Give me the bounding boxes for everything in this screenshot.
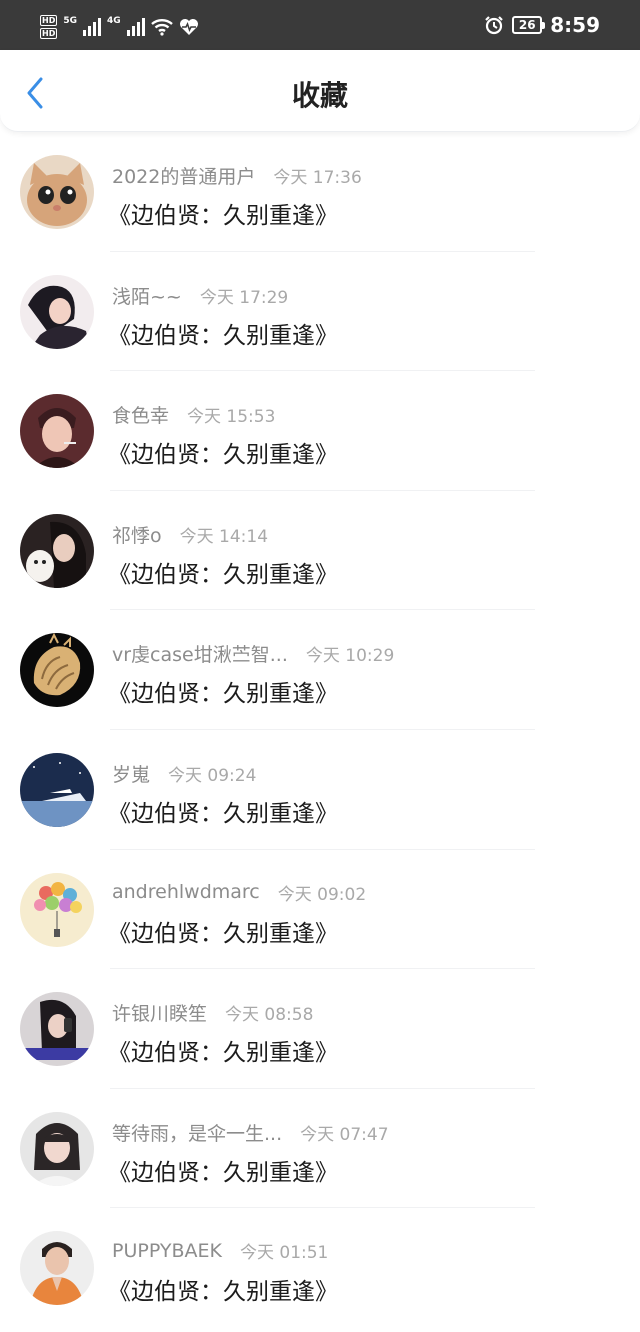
cat-avatar[interactable] [20,155,94,229]
girl-portrait-avatar[interactable] [20,1111,94,1186]
item-meta: 许银川睽笙 今天 08:58 [112,999,313,1026]
hd-indicator: HD HD [40,15,58,39]
girl-with-dog-avatar[interactable] [20,513,94,588]
item-meta: PUPPYBAEK 今天 01:51 [112,1238,329,1264]
network-5g-label: 5G [63,16,77,26]
favorite-title: 《边伯贤：久别重逢》 [108,920,338,947]
list-item[interactable]: andrehlwdmarc 今天 09:02 《边伯贤：久别重逢》 [0,850,640,970]
wifi-icon [150,19,173,36]
user-name: 祁悸o [112,524,162,547]
item-meta: 2022的普通用户 今天 17:36 [112,162,362,189]
timestamp: 今天 17:29 [199,287,289,308]
status-bar: HD HD 5G 4G 26 8:59 [0,0,640,50]
status-left: HD HD 5G 4G [40,14,199,40]
timestamp: 今天 10:29 [305,646,395,667]
favorite-title: 《边伯贤：久别重逢》 [108,203,338,229]
favorite-title: 《边伯贤：久别重逢》 [108,561,338,588]
item-meta: 祁悸o 今天 14:14 [112,521,268,548]
girl-avatar[interactable] [20,274,94,349]
item-meta: andrehlwdmarc 今天 09:02 [112,880,366,905]
girl-phone-avatar[interactable] [20,992,94,1067]
list-item[interactable]: 祁悸o 今天 14:14 《边伯贤：久别重逢》 [0,491,640,611]
man-smoking-avatar[interactable] [20,394,94,469]
hd-icon: HD [40,28,58,39]
hd-icon: HD [40,15,58,26]
item-meta: 岁嵬 今天 09:24 [112,760,256,787]
favorite-title: 《边伯贤：久别重逢》 [108,1159,338,1186]
status-right: 26 8:59 [484,12,600,38]
timestamp: 今天 08:58 [225,1005,314,1026]
timestamp: 今天 15:53 [187,407,276,428]
user-name: 2022的普通用户 [112,166,256,188]
timestamp: 今天 01:51 [239,1243,329,1264]
battery-icon: 26 [512,16,546,34]
signal-icon [83,18,101,36]
timestamp: 今天 14:14 [179,526,269,547]
signal-icon [126,18,145,36]
list-item[interactable]: 等待雨，是伞一生... 今天 07:47 《边伯贤：久别重逢》 [0,1089,640,1209]
list-item[interactable]: 岁嵬 今天 09:24 《边伯贤：久别重逢》 [0,730,640,850]
timestamp: 今天 09:02 [277,884,367,905]
user-name: 食色幸 [112,405,170,428]
favorites-list: 2022的普通用户 今天 17:36 《边伯贤：久别重逢》 浅陌~~ 今天 17… [0,132,640,1328]
list-item[interactable]: 许银川睽笙 今天 08:58 《边伯贤：久别重逢》 [0,969,640,1089]
network-4g-label: 4G [107,16,121,26]
list-item[interactable]: 2022的普通用户 今天 17:36 《边伯贤：久别重逢》 [0,132,640,252]
list-item[interactable]: PUPPYBAEK 今天 01:51 《边伯贤：久别重逢》 [0,1208,640,1328]
user-name: andrehlwdmarc [112,881,260,904]
timestamp: 今天 07:47 [300,1124,389,1145]
favorite-title: 《边伯贤：久别重逢》 [108,1040,338,1067]
user-name: PUPPYBAEK [112,1239,222,1262]
timestamp: 今天 17:36 [273,168,362,188]
favorite-title: 《边伯贤：久别重逢》 [108,681,338,708]
list-item[interactable]: vr虔case坩湫苎智... 今天 10:29 《边伯贤：久别重逢》 [0,610,640,730]
user-name: vr虔case坩湫苎智... [112,644,288,667]
user-name: 等待雨，是伞一生... [112,1122,283,1145]
favorite-title: 《边伯贤：久别重逢》 [108,800,338,827]
favorite-title: 《边伯贤：久别重逢》 [108,322,338,349]
alarm-icon [485,16,504,35]
item-meta: 食色幸 今天 15:53 [112,401,275,428]
user-name: 许银川睽笙 [112,1003,208,1026]
seashell-avatar[interactable] [20,633,94,708]
heart-rate-icon [179,19,198,35]
night-ship-avatar[interactable] [20,752,94,827]
item-meta: 浅陌~~ 今天 17:29 [112,282,288,309]
battery-level: 26 [518,18,536,32]
user-name: 岁嵬 [112,763,151,786]
man-orange-shirt-avatar[interactable] [20,1231,94,1306]
favorite-title: 《边伯贤：久别重逢》 [108,442,338,469]
list-item[interactable]: 浅陌~~ 今天 17:29 《边伯贤：久别重逢》 [0,252,640,372]
item-meta: 等待雨，是伞一生... 今天 07:47 [112,1119,389,1146]
list-item[interactable]: 食色幸 今天 15:53 《边伯贤：久别重逢》 [0,371,640,491]
user-name: 浅陌~~ [112,285,182,308]
page-header: 收藏 [0,50,640,132]
timestamp: 今天 09:24 [168,765,257,786]
item-meta: vr虔case坩湫苎智... 今天 10:29 [112,640,394,667]
favorite-title: 《边伯贤：久别重逢》 [108,1279,338,1306]
balloons-avatar[interactable] [20,872,94,947]
clock-time: 8:59 [550,13,600,37]
page-title: 收藏 [291,79,348,112]
